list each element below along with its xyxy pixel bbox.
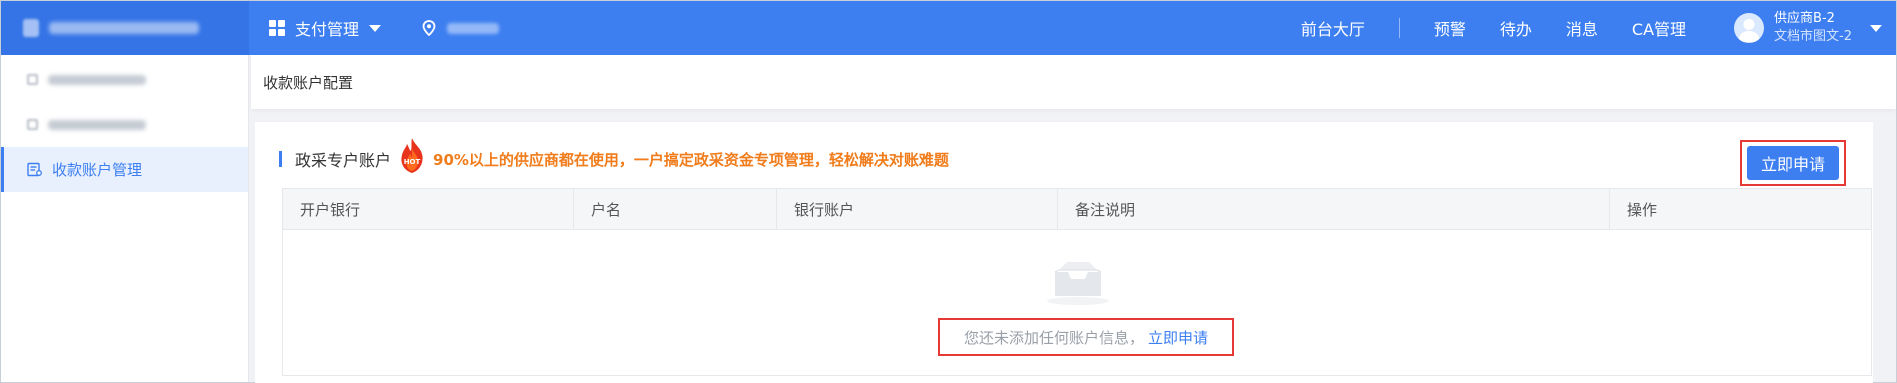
column-bank: 开户银行 <box>283 189 574 229</box>
location-name-redacted <box>447 22 500 34</box>
avatar <box>1734 13 1765 43</box>
section-title: 政采专户账户 <box>295 151 392 170</box>
sidebar-item-redacted-1[interactable] <box>1 57 248 102</box>
nav-front-hall[interactable]: 前台大厅 <box>1301 16 1365 40</box>
menu-icon <box>27 74 38 85</box>
nav-ca-management[interactable]: CA管理 <box>1632 16 1686 40</box>
top-right-nav: 前台大厅 预警 待办 消息 CA管理 供应商B-2 文档市图文-2 <box>1301 1 1896 55</box>
empty-message-highlight: 您还未添加任何账户信息， 立即申请 <box>938 318 1234 356</box>
chevron-down-icon <box>1870 24 1882 32</box>
grid-icon <box>269 20 285 36</box>
location-pin-icon <box>422 20 436 36</box>
nav-messages[interactable]: 消息 <box>1566 16 1598 40</box>
user-icon <box>1738 19 1761 42</box>
chevron-down-icon <box>369 24 382 32</box>
apply-button-highlight: 立即申请 <box>1740 140 1846 186</box>
user-name: 供应商B-2 <box>1774 11 1835 26</box>
payment-menu[interactable]: 支付管理 <box>269 16 382 40</box>
menu-icon <box>27 119 38 130</box>
hot-badge-text: HOT <box>404 158 421 166</box>
column-account-number: 银行账户 <box>777 189 1058 229</box>
column-remarks: 备注说明 <box>1058 189 1610 229</box>
sidebar-label-redacted <box>48 119 146 130</box>
logo-area[interactable] <box>1 1 249 55</box>
empty-state: 您还未添加任何账户信息， 立即申请 <box>283 230 1871 376</box>
empty-inbox-icon <box>1047 262 1109 305</box>
account-panel: 政采专户账户 HOT 90%以上的供应商都在使用，一户搞定政采资金专项管理，轻松… <box>255 122 1873 383</box>
payment-menu-label: 支付管理 <box>295 20 360 39</box>
apply-button[interactable]: 立即申请 <box>1747 146 1839 180</box>
page-title: 收款账户配置 <box>263 73 354 92</box>
nav-todo[interactable]: 待办 <box>1500 16 1532 40</box>
title-accent-bar <box>279 151 282 167</box>
user-org: 文档市图文-2 <box>1774 29 1852 44</box>
sidebar-label-redacted <box>48 74 146 85</box>
column-actions: 操作 <box>1627 200 1658 219</box>
nav-divider <box>1398 18 1400 38</box>
breadcrumb: 收款账户配置 <box>251 55 1896 109</box>
platform-name-redacted <box>49 22 199 34</box>
hot-flame-icon: HOT <box>401 138 423 173</box>
table-header: 开户银行 户名 银行账户 备注说明 操作 <box>283 189 1871 230</box>
logo-icon <box>23 19 39 37</box>
sidebar-item-account-management[interactable]: 收款账户管理 <box>1 147 248 192</box>
app-frame: 支付管理 前台大厅 预警 待办 消息 CA管理 供应商B-2 文档市图文-2 收… <box>0 0 1897 383</box>
sidebar-item-label: 收款账户管理 <box>52 161 143 179</box>
location-selector[interactable] <box>421 20 500 36</box>
apply-link[interactable]: 立即申请 <box>1148 327 1208 348</box>
promo-text: 90%以上的供应商都在使用，一户搞定政采资金专项管理，轻松解决对账难题 <box>433 150 949 169</box>
sidebar: 收款账户管理 <box>1 55 249 382</box>
sidebar-item-redacted-2[interactable] <box>1 102 248 147</box>
account-list-icon <box>27 162 42 177</box>
top-bar: 支付管理 前台大厅 预警 待办 消息 CA管理 供应商B-2 文档市图文-2 <box>1 1 1896 55</box>
column-account-name: 户名 <box>574 189 777 229</box>
nav-warning[interactable]: 预警 <box>1434 16 1466 40</box>
user-menu[interactable]: 供应商B-2 文档市图文-2 <box>1734 10 1882 46</box>
account-table: 开户银行 户名 银行账户 备注说明 操作 您还未添加任何账户信息， 立即申请 <box>282 188 1872 376</box>
empty-message: 您还未添加任何账户信息， <box>963 328 1144 347</box>
section-header: 政采专户账户 HOT 90%以上的供应商都在使用，一户搞定政采资金专项管理，轻松… <box>279 138 949 173</box>
